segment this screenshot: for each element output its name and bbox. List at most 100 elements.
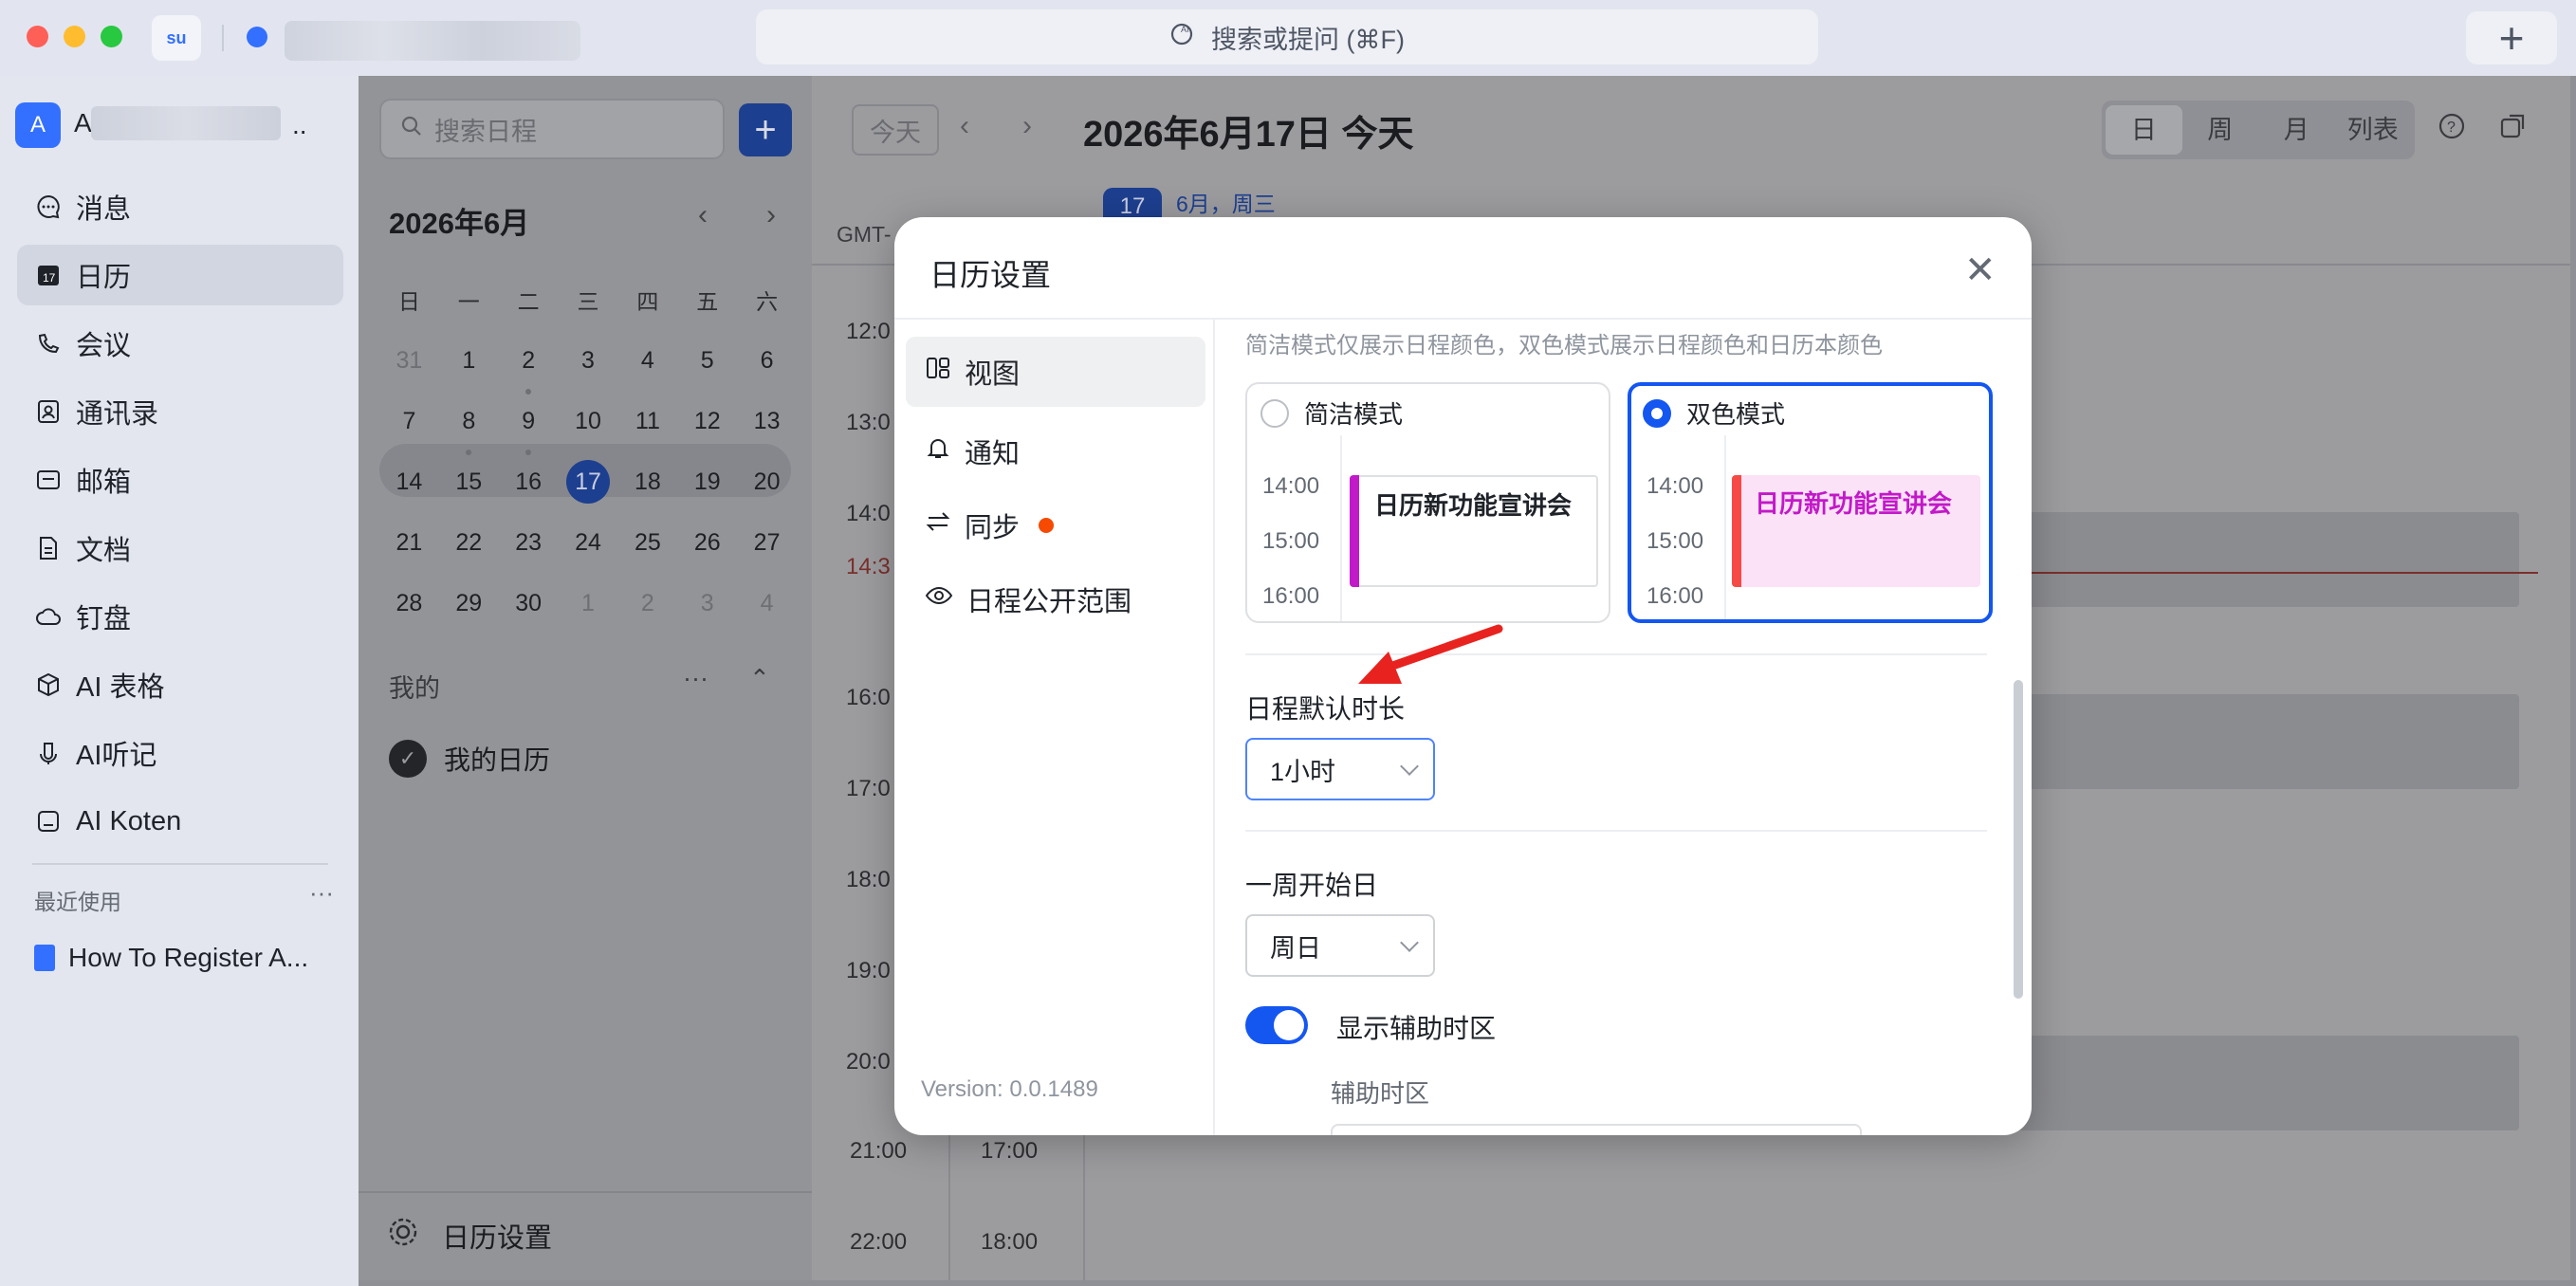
checked-icon[interactable]: ✓ <box>389 740 427 778</box>
nav-item-mail[interactable]: 邮箱 <box>17 450 343 510</box>
mini-calendar-day[interactable]: 20 <box>737 468 797 496</box>
aux-timezone-label: 辅助时区 <box>1331 1079 1430 1108</box>
collapse-icon[interactable]: ⌃ <box>749 664 770 693</box>
nav-item-label: 邮箱 <box>76 468 132 498</box>
blurred-tab[interactable] <box>285 21 580 61</box>
close-icon[interactable]: ✕ <box>1964 251 1996 289</box>
next-month-icon[interactable]: › <box>766 199 776 231</box>
dual-mode-card[interactable]: 双色模式 14:00 15:00 16:00 日历新功能宣讲会 <box>1628 382 1993 623</box>
nav-item-ai-koten[interactable]: AI Koten <box>17 791 343 852</box>
mini-calendar-day[interactable]: 9 <box>499 408 559 455</box>
today-button[interactable]: 今天 <box>852 104 939 156</box>
app-icon[interactable] <box>247 27 267 47</box>
mini-calendar-day[interactable]: 30 <box>499 590 559 617</box>
mini-calendar-day[interactable]: 22 <box>439 529 499 557</box>
help-icon[interactable]: ? <box>2438 112 2466 147</box>
calendar-search-input[interactable]: 搜索日程 <box>379 99 725 159</box>
mini-calendar-day[interactable]: 29 <box>439 590 499 617</box>
calendar-settings-link[interactable]: 日历设置 <box>387 1216 552 1256</box>
view-day-tab[interactable]: 日 <box>2106 105 2182 155</box>
mini-calendar-day[interactable]: 25 <box>617 529 677 557</box>
preview-event-title: 日历新功能宣讲会 <box>1755 489 1953 518</box>
nav-item-contacts[interactable]: 通讯录 <box>17 381 343 442</box>
mini-calendar-day[interactable]: 13 <box>737 408 797 435</box>
global-search[interactable]: AI 搜索或提问 (⌘F) <box>756 9 1818 64</box>
dual-mode-radio[interactable] <box>1643 398 1671 428</box>
prev-month-icon[interactable]: ‹ <box>698 199 708 231</box>
nav-item-calendar[interactable]: 17 日历 <box>17 245 343 305</box>
mini-calendar-day[interactable]: 1 <box>559 590 618 617</box>
mini-calendar-day[interactable]: 2 <box>499 347 559 395</box>
mini-calendar-day[interactable]: 19 <box>677 468 737 496</box>
my-calendar-item[interactable]: ✓ 我的日历 <box>389 740 550 778</box>
open-external-icon[interactable] <box>2498 112 2527 147</box>
mini-calendar-day[interactable]: 6 <box>737 347 797 375</box>
account-name[interactable]: A <box>74 108 92 138</box>
mini-calendar-day[interactable]: 1 <box>439 347 499 375</box>
mini-calendar-day[interactable]: 27 <box>737 529 797 557</box>
preview-event-title: 日历新功能宣讲会 <box>1374 491 1573 520</box>
next-day-icon[interactable]: › <box>1022 110 1032 142</box>
mini-calendar-day[interactable]: 10 <box>559 408 618 435</box>
my-calendars-more-button[interactable]: ··· <box>683 664 708 693</box>
app-tab[interactable]: su <box>152 15 201 61</box>
my-calendars-label: 我的 <box>389 674 440 703</box>
nav-item-meeting[interactable]: 会议 <box>17 313 343 374</box>
dialog-scrollbar[interactable] <box>2014 680 2023 999</box>
mini-calendar-day[interactable]: 4 <box>737 590 797 617</box>
new-tab-button[interactable]: + <box>2466 11 2557 64</box>
view-week-tab[interactable]: 周 <box>2182 105 2259 155</box>
mini-calendar-day[interactable]: 21 <box>379 529 439 557</box>
view-month-tab[interactable]: 月 <box>2258 105 2335 155</box>
week-start-select[interactable]: 周日 <box>1245 914 1435 977</box>
ai-koten-icon <box>34 807 63 836</box>
today-marker[interactable]: 17 <box>566 460 610 504</box>
mini-calendar-day[interactable]: 7 <box>379 408 439 435</box>
aux-timezone-toggle[interactable] <box>1245 1006 1308 1044</box>
mini-calendar-day[interactable]: 12 <box>677 408 737 435</box>
mini-calendar-day[interactable]: 24 <box>559 529 618 557</box>
mini-calendar-day[interactable]: 3 <box>559 347 618 375</box>
aux-timezone-select[interactable] <box>1331 1124 1862 1135</box>
mini-calendar-day[interactable]: 11 <box>617 408 677 435</box>
prev-day-icon[interactable]: ‹ <box>960 110 969 142</box>
settings-tab-sync[interactable]: 同步 <box>906 490 1205 560</box>
mini-calendar-day[interactable]: 17 <box>559 460 618 504</box>
mini-calendar-day[interactable]: 3 <box>677 590 737 617</box>
simple-mode-card[interactable]: 简洁模式 14:00 15:00 16:00 日历新功能宣讲会 <box>1245 382 1610 623</box>
simple-mode-radio[interactable] <box>1260 398 1289 428</box>
mini-calendar-day[interactable]: 8 <box>439 408 499 455</box>
settings-tab-notification[interactable]: 通知 <box>906 416 1205 487</box>
mini-calendar-day[interactable]: 26 <box>677 529 737 557</box>
mini-calendar-day[interactable]: 18 <box>617 468 677 496</box>
dual-preview-event: 日历新功能宣讲会 <box>1732 475 1980 587</box>
mini-calendar-day[interactable]: 23 <box>499 529 559 557</box>
aux-timezone-toggle-label: 显示辅助时区 <box>1336 1014 1497 1043</box>
close-window-button[interactable] <box>27 26 48 47</box>
recent-item[interactable]: How To Register A... <box>34 943 308 973</box>
mini-calendar-day[interactable]: 2 <box>617 590 677 617</box>
view-list-tab[interactable]: 列表 <box>2335 105 2412 155</box>
nav-item-message[interactable]: 消息 <box>17 176 343 237</box>
settings-tab-visibility[interactable]: 日程公开范围 <box>906 564 1205 634</box>
mini-calendar-day[interactable]: 15 <box>439 468 499 496</box>
nav-item-ai-notes[interactable]: AI听记 <box>17 723 343 783</box>
add-event-button[interactable]: + <box>739 103 792 156</box>
mini-calendar-day[interactable]: 31 <box>379 347 439 375</box>
minimize-window-button[interactable] <box>64 26 85 47</box>
nav-item-docs[interactable]: 文档 <box>17 518 343 579</box>
recent-more-button[interactable]: ··· <box>309 878 334 908</box>
mini-calendar-title: 2026年6月 <box>389 207 530 240</box>
mini-calendar-day[interactable]: 5 <box>677 347 737 375</box>
mini-calendar-day[interactable]: 14 <box>379 468 439 496</box>
zoom-window-button[interactable] <box>101 26 122 47</box>
mini-calendar-day[interactable]: 16 <box>499 468 559 496</box>
nav-item-ai-table[interactable]: AI 表格 <box>17 654 343 715</box>
avatar[interactable]: A <box>15 102 61 148</box>
default-duration-select[interactable]: 1小时 <box>1245 738 1435 800</box>
settings-tab-view[interactable]: 视图 <box>906 337 1205 407</box>
mini-calendar: 日一二三四五六 31 1 2 3 4 5 6 7 8 9 10 11 12 13 14 15 16 17 18 19 20… <box>379 269 797 634</box>
mini-calendar-day[interactable]: 4 <box>617 347 677 375</box>
nav-item-cloud-drive[interactable]: 钉盘 <box>17 586 343 647</box>
mini-calendar-day[interactable]: 28 <box>379 590 439 617</box>
